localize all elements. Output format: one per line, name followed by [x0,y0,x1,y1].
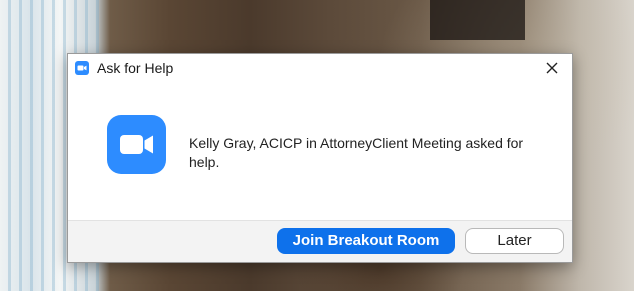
help-request-message: Kelly Gray, ACICP in AttorneyClient Meet… [189,135,524,170]
later-button[interactable]: Later [465,228,564,254]
ask-for-help-dialog: Ask for Help Kelly Gray, ACICP in Attorn… [67,53,573,263]
zoom-video-camera-icon [107,115,166,174]
background-object [430,0,525,40]
join-breakout-room-button[interactable]: Join Breakout Room [277,228,455,254]
dialog-footer: Join Breakout Room Later [68,220,572,262]
dialog-title: Ask for Help [97,60,174,76]
close-icon[interactable] [542,58,562,78]
dialog-content: Kelly Gray, ACICP in AttorneyClient Meet… [68,82,572,222]
dialog-titlebar: Ask for Help [68,54,572,82]
zoom-app-icon [75,61,89,75]
